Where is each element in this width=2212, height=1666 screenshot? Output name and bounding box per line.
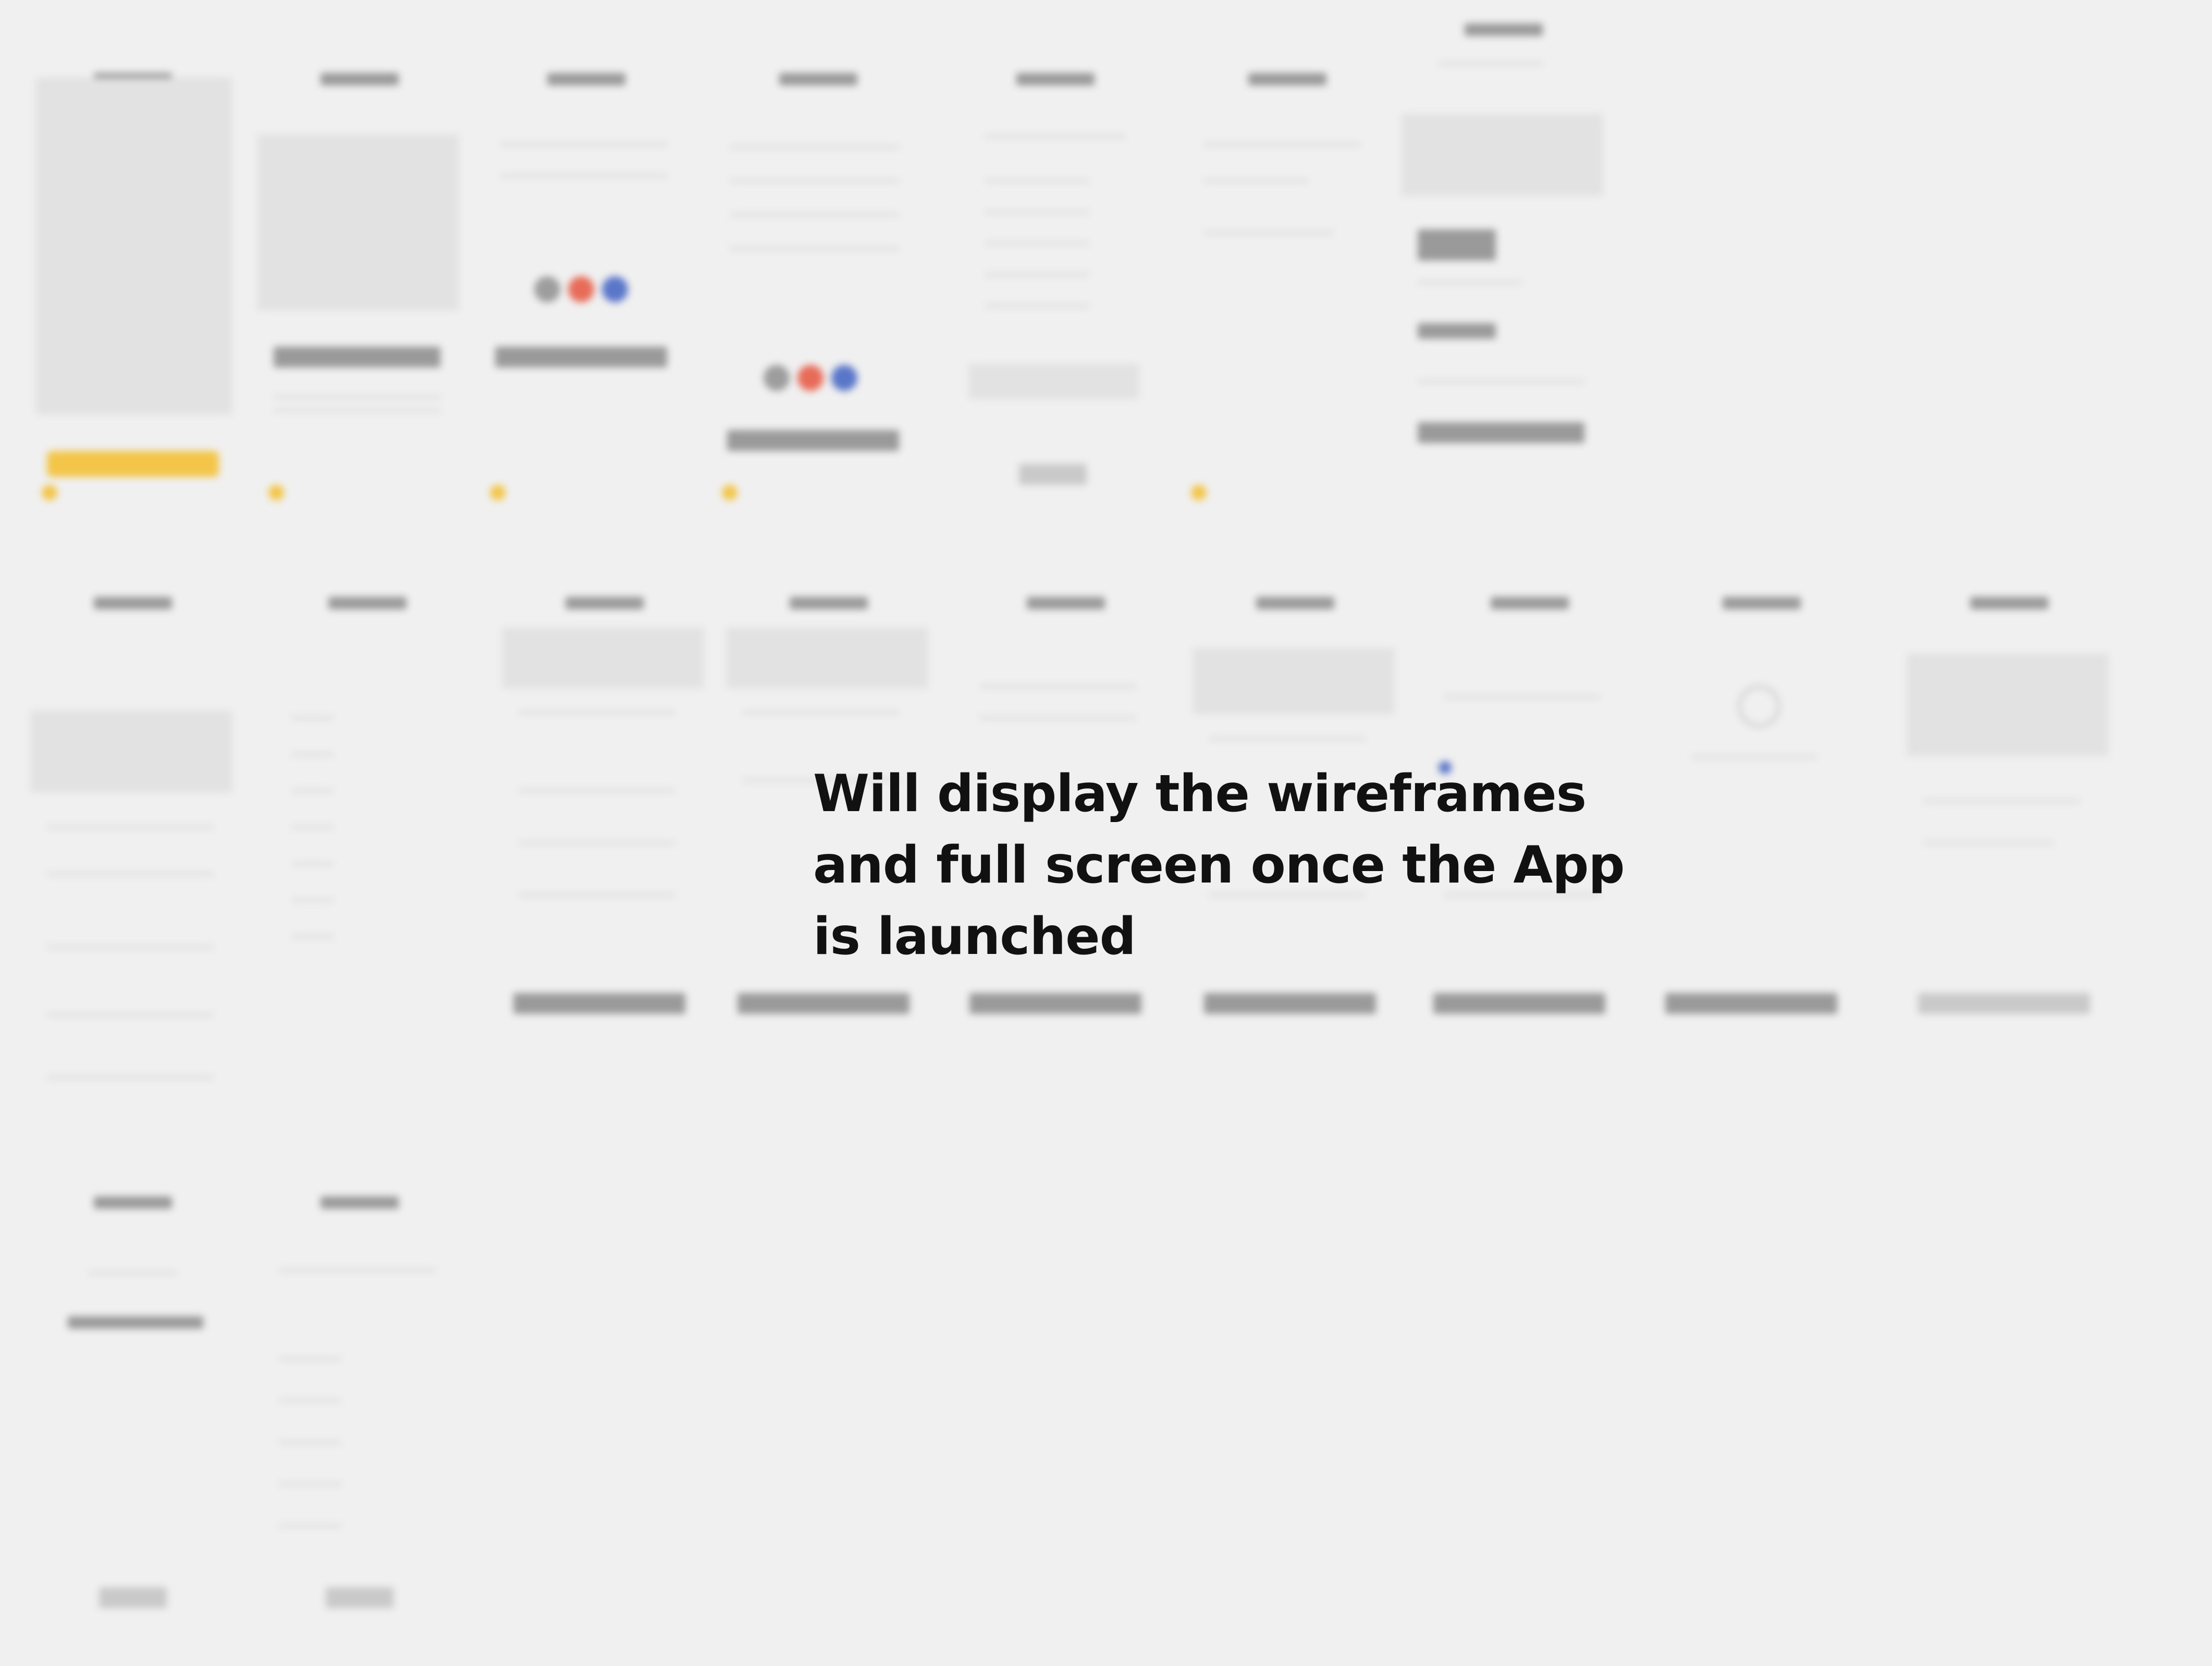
wireframe-screen-track-order [1908, 581, 2108, 1014]
wireframe-screen-terms [258, 57, 458, 500]
preview-canvas: Will display the wireframes and full scr… [0, 0, 2212, 1666]
wireframe-screen-forgot-password [1186, 57, 1384, 500]
wireframe-screen-categories [266, 581, 464, 967]
wireframe-screen-verify-code [31, 1181, 229, 1608]
wireframe-screen-order-placed [1660, 581, 1858, 1014]
wireframe-screen-account-menu [258, 1181, 456, 1608]
wireframe-screen-cart [503, 581, 703, 1014]
wireframe-screen-profile-settings [1402, 10, 1602, 443]
wireframe-screen-filters [31, 581, 231, 1079]
wireframe-screen-sign-in [485, 57, 683, 500]
wireframe-screen-onboarding [31, 57, 231, 500]
wireframe-screen-sign-up [717, 57, 915, 500]
wireframe-screen-choose-list [954, 57, 1152, 485]
launch-notice-text: Will display the wireframes and full scr… [813, 764, 1625, 966]
